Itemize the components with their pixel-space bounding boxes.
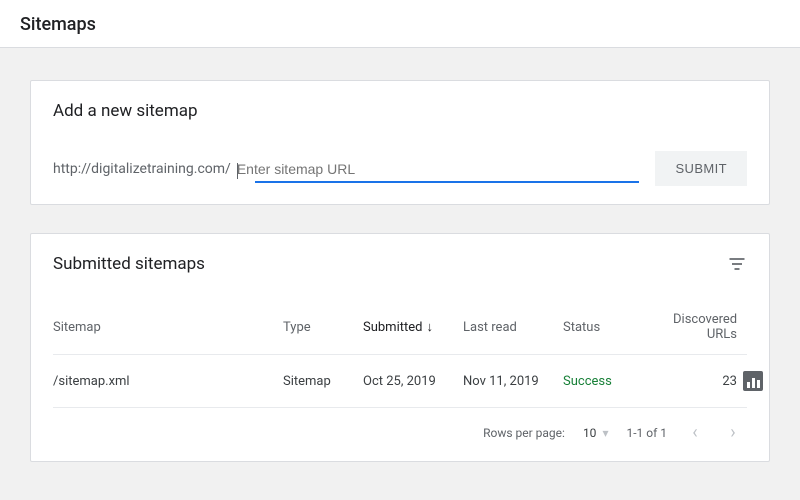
col-submitted[interactable]: Submitted ↓ <box>363 319 463 335</box>
submit-button[interactable]: SUBMIT <box>655 151 747 186</box>
cell-lastread: Nov 11, 2019 <box>463 374 563 389</box>
add-sitemap-card: Add a new sitemap http://digitalizetrain… <box>30 80 770 205</box>
page-title: Sitemaps <box>0 0 800 48</box>
sitemap-url-input[interactable] <box>237 157 650 181</box>
next-page-button[interactable]: › <box>723 422 743 443</box>
submitted-title: Submitted sitemaps <box>53 254 205 274</box>
sort-arrow-down-icon: ↓ <box>426 319 433 335</box>
col-submitted-label: Submitted <box>363 320 422 335</box>
filter-icon[interactable] <box>727 254 747 274</box>
col-lastread[interactable]: Last read <box>463 320 563 335</box>
col-type[interactable]: Type <box>283 320 363 335</box>
cell-submitted: Oct 25, 2019 <box>363 374 463 389</box>
dropdown-arrow-icon: ▾ <box>602 426 608 440</box>
table-header-row: Sitemap Type Submitted ↓ Last read Statu… <box>53 304 747 354</box>
page-range: 1-1 of 1 <box>626 426 667 440</box>
rows-per-page-label: Rows per page: <box>483 426 565 440</box>
cell-status: Success <box>563 374 673 389</box>
cell-discovered: 23 <box>673 374 743 389</box>
rows-per-page-value: 10 <box>583 426 597 440</box>
table-pager: Rows per page: 10 ▾ 1-1 of 1 ‹ › <box>53 407 747 443</box>
prev-page-button[interactable]: ‹ <box>685 422 705 443</box>
cell-sitemap: /sitemap.xml <box>53 374 283 389</box>
table-row[interactable]: /sitemap.xml Sitemap Oct 25, 2019 Nov 11… <box>53 354 747 407</box>
col-sitemap[interactable]: Sitemap <box>53 320 283 335</box>
add-sitemap-title: Add a new sitemap <box>53 101 747 121</box>
sitemaps-table: Sitemap Type Submitted ↓ Last read Statu… <box>53 304 747 443</box>
col-discovered[interactable]: Discovered URLs <box>673 312 743 342</box>
cell-type: Sitemap <box>283 374 363 389</box>
bar-chart-icon <box>743 371 763 391</box>
base-url-label: http://digitalizetraining.com/ <box>53 161 231 177</box>
input-underline <box>255 181 640 183</box>
rows-per-page-select[interactable]: 10 ▾ <box>583 426 609 440</box>
text-caret <box>237 163 238 179</box>
col-status[interactable]: Status <box>563 320 673 335</box>
row-chart-button[interactable] <box>743 371 773 391</box>
submitted-sitemaps-card: Submitted sitemaps Sitemap Type Submitte… <box>30 233 770 462</box>
sitemap-url-input-wrap <box>237 157 650 181</box>
